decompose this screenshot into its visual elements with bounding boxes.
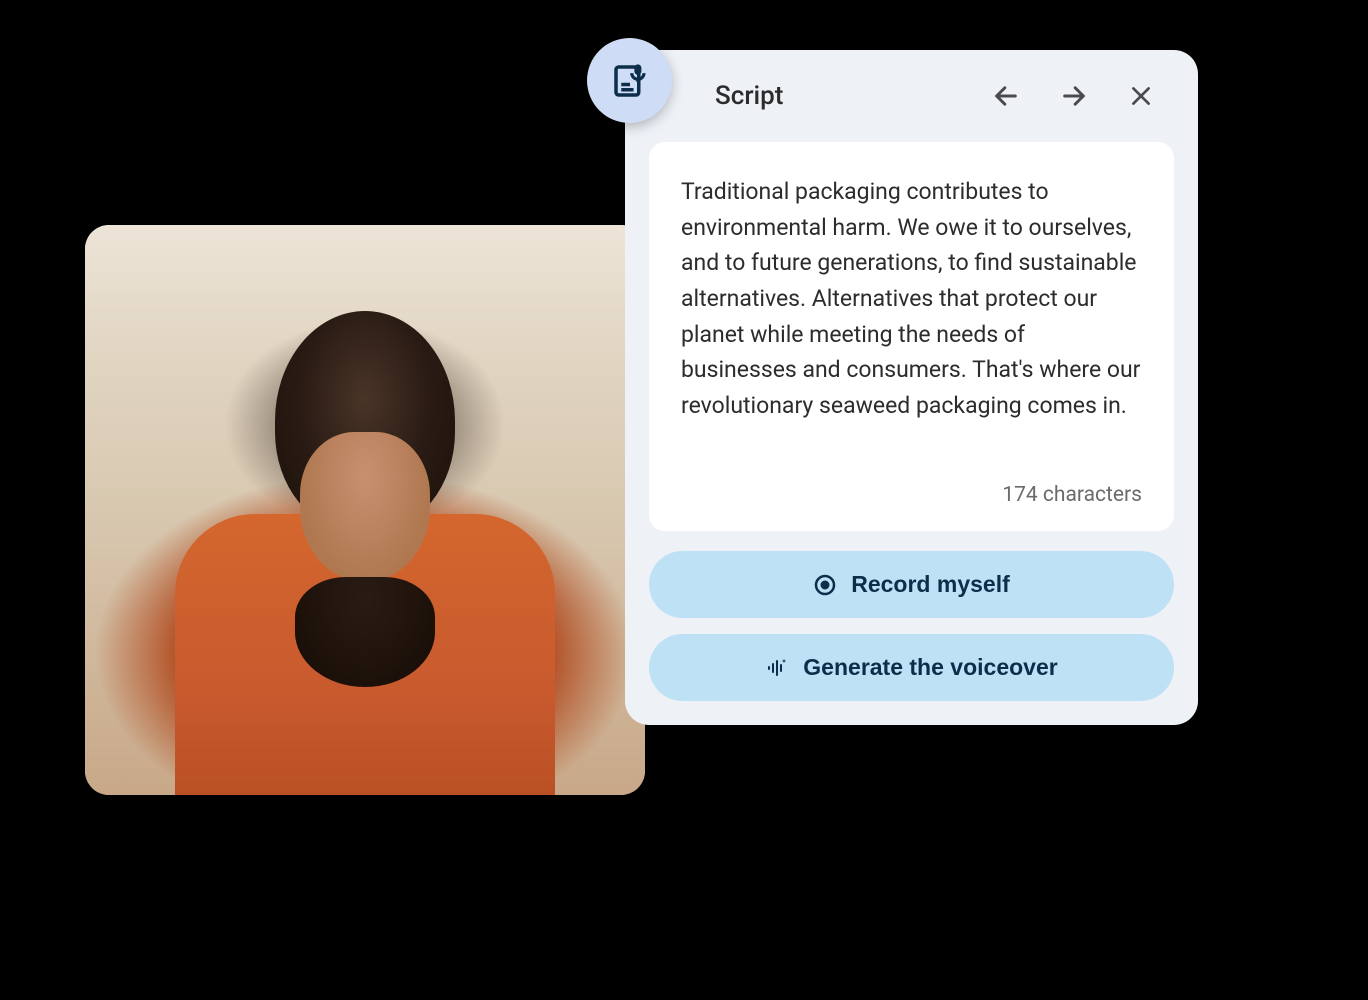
record-myself-button[interactable]: Record myself <box>649 551 1174 618</box>
script-content: Traditional packaging contributes to env… <box>681 174 1142 423</box>
video-thumbnail[interactable] <box>85 225 645 795</box>
arrow-right-icon <box>1060 82 1088 110</box>
panel-header: Script <box>649 74 1174 118</box>
generate-button-label: Generate the voiceover <box>803 654 1057 681</box>
forward-button[interactable] <box>1056 78 1092 114</box>
character-count: 174 characters <box>681 483 1142 507</box>
close-button[interactable] <box>1124 79 1158 113</box>
panel-title: Script <box>715 81 783 111</box>
back-button[interactable] <box>988 78 1024 114</box>
header-actions <box>988 78 1166 114</box>
record-icon <box>813 573 837 597</box>
record-button-label: Record myself <box>851 571 1010 598</box>
generate-voiceover-button[interactable]: Generate the voiceover <box>649 634 1174 701</box>
script-panel: Script Traditiona <box>625 50 1198 725</box>
script-mic-icon <box>587 38 672 123</box>
arrow-left-icon <box>992 82 1020 110</box>
close-icon <box>1128 83 1154 109</box>
script-text-area[interactable]: Traditional packaging contributes to env… <box>649 142 1174 531</box>
person-image <box>169 311 561 796</box>
waveform-sparkle-icon <box>765 656 789 680</box>
